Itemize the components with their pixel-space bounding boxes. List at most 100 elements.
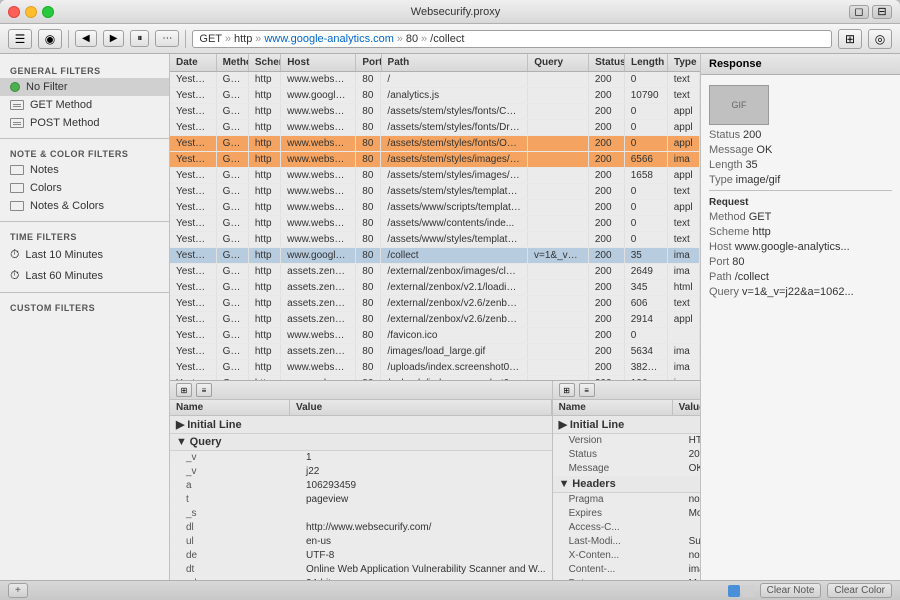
add-button[interactable]: + — [8, 583, 28, 598]
segment-button[interactable]: ⋯ — [155, 30, 179, 47]
td-port: 80 — [356, 232, 381, 247]
bottom-right-header-row[interactable]: ExpiresMon, 07 Aug 1995 23:30:00 GMT — [553, 507, 700, 521]
table-row[interactable]: Yester... GET http www.websecuri... 80 /… — [170, 168, 700, 184]
th-type[interactable]: Type — [668, 54, 700, 71]
grid-icon[interactable]: ⊞ — [838, 29, 862, 49]
bottom-right-initial-section[interactable]: ▶ Initial Line — [553, 416, 700, 434]
table-row[interactable]: Yester... GET http www.websecuri... 80 /… — [170, 360, 700, 376]
eye-icon[interactable]: ◉ — [38, 29, 62, 49]
th-port[interactable]: Port — [356, 54, 381, 71]
sidebar-item-last60[interactable]: ⏱ Last 60 Minutes — [0, 265, 169, 286]
bottom-left-row[interactable]: a106293459 — [170, 479, 552, 493]
bottom-right-header-row[interactable]: Last-Modi...Sun, 17 May 1998 03:00:00 GM… — [553, 535, 700, 549]
header-value: Sun, 17 May 1998 03:00:00 GMT — [683, 535, 700, 548]
th-query[interactable]: Query — [528, 54, 589, 71]
bottom-right-headers-section[interactable]: ▼ Headers — [553, 476, 700, 493]
table-row[interactable]: Yester... GET http www.websecuri... 80 /… — [170, 328, 700, 344]
status-label: Status — [709, 129, 740, 141]
back-button[interactable]: ◀ — [75, 30, 97, 47]
th-status[interactable]: Status — [589, 54, 625, 71]
maximize-button[interactable] — [42, 6, 54, 18]
th-method[interactable]: Method — [217, 54, 249, 71]
td-method: GET — [217, 344, 249, 359]
th-date[interactable]: Date — [170, 54, 217, 71]
sidebar-item-get-method[interactable]: GET Method — [0, 96, 169, 114]
table-row[interactable]: Yester... GET http www.websecuri... 80 /… — [170, 184, 700, 200]
td-query — [528, 360, 589, 375]
url-port: 80 — [406, 33, 418, 45]
td-length: 2914 — [625, 312, 668, 327]
td-host: www.websecuri... — [281, 232, 356, 247]
query-param-value: http://www.websecurify.com/ — [300, 521, 552, 534]
bottom-left-row[interactable]: dtOnline Web Application Vulnerability S… — [170, 563, 552, 577]
td-port: 80 — [356, 72, 381, 87]
td-query — [528, 264, 589, 279]
table-row[interactable]: Yester... GET http www.websecuri... 80 /… — [170, 200, 700, 216]
table-row[interactable]: Yester... GET http www.websecuri... 80 /… — [170, 152, 700, 168]
td-schema: http — [249, 344, 281, 359]
bottom-right-header-row[interactable]: Pragmano-cache — [553, 493, 700, 507]
bottom-left-row[interactable]: dlhttp://www.websecurify.com/ — [170, 521, 552, 535]
window-btn-1[interactable]: ◻ — [849, 5, 869, 19]
td-type: ima — [668, 344, 700, 359]
clear-color-button[interactable]: Clear Color — [827, 583, 892, 598]
th-length[interactable]: Length — [625, 54, 668, 71]
eye-icon2[interactable]: ◎ — [868, 29, 892, 49]
titlebar: Websecurify.proxy ◻ ⊟ — [0, 0, 900, 24]
sidebar-item-post-method[interactable]: POST Method — [0, 114, 169, 132]
td-date: Yester... — [170, 88, 217, 103]
table-row[interactable]: Yester... GET http assets.zendesk... 80 … — [170, 344, 700, 360]
table-row[interactable]: Yester... GET http assets.zendesk... 80 … — [170, 280, 700, 296]
bottom-icon-2[interactable]: ≡ — [196, 383, 212, 397]
table-row[interactable]: Yester... GET http assets.zendesk... 80 … — [170, 312, 700, 328]
table-row[interactable]: Yester... GET http assets.zendesk... 80 … — [170, 296, 700, 312]
table-row[interactable]: Yester... GET http assets.zendesk... 80 … — [170, 264, 700, 280]
th-path[interactable]: Path — [382, 54, 529, 71]
th-host[interactable]: Host — [281, 54, 356, 71]
bottom-left-row[interactable]: deUTF-8 — [170, 549, 552, 563]
table-row[interactable]: Yester... GET http www.websecuri... 80 /… — [170, 72, 700, 88]
bottom-right-header-row[interactable]: Access-C... — [553, 521, 700, 535]
bottom-right-header-row[interactable]: Content-...image/gif — [553, 563, 700, 577]
bottom-left-row[interactable]: _vj22 — [170, 465, 552, 479]
bottom-right-header-row[interactable]: X-Conten...nosniff — [553, 549, 700, 563]
th-schema[interactable]: Schema — [249, 54, 281, 71]
bottom-left-query-section[interactable]: ▼ Query — [170, 434, 552, 451]
table-row[interactable]: Yester... GET http www.websecuri... 80 /… — [170, 216, 700, 232]
pause-button[interactable]: ⏸ — [130, 30, 149, 47]
table-row[interactable]: Yester... GET http www.google-an... 80 /… — [170, 248, 700, 264]
sidebar-item-no-filter[interactable]: No Filter — [0, 78, 169, 96]
td-date: Yester... — [170, 312, 217, 327]
bottom-icon-1[interactable]: ⊞ — [176, 383, 192, 397]
sidebar-item-colors[interactable]: Colors — [0, 179, 169, 197]
table-row[interactable]: Yester... GET http www.websecuri... 80 /… — [170, 104, 700, 120]
table-row[interactable]: Yester... GET http www.google-an... 80 /… — [170, 88, 700, 104]
td-query — [528, 184, 589, 199]
td-date: Yester... — [170, 104, 217, 119]
bottom-right-icon-1[interactable]: ⊞ — [559, 383, 575, 397]
bottom-left-row[interactable]: _v1 — [170, 451, 552, 465]
clear-note-button[interactable]: Clear Note — [760, 583, 822, 598]
td-path: /analytics.js — [381, 88, 528, 103]
menu-icon[interactable]: ☰ — [8, 29, 32, 49]
td-type: text — [668, 88, 700, 103]
table-row[interactable]: Yester... GET http www.websecuri... 80 /… — [170, 120, 700, 136]
bottom-left-row[interactable]: ulen-us — [170, 535, 552, 549]
play-button[interactable]: ▶ — [103, 30, 125, 47]
table-row[interactable]: Yester... GET http www.websecuri... 80 /… — [170, 136, 700, 152]
bottom-left-row[interactable]: _s — [170, 507, 552, 521]
table-row[interactable]: Yester... GET http www.websecuri... 80 /… — [170, 232, 700, 248]
bottom-right-icon-2[interactable]: ≡ — [579, 383, 595, 397]
sidebar: GENERAL FILTERS No Filter GET Method POS… — [0, 54, 170, 580]
td-date: Yester... — [170, 360, 217, 375]
window-btn-2[interactable]: ⊟ — [872, 5, 892, 19]
sidebar-item-notes-colors[interactable]: Notes & Colors — [0, 197, 169, 215]
bottom-left-initial-section[interactable]: ▶ Initial Line — [170, 416, 552, 434]
minimize-button[interactable] — [25, 6, 37, 18]
close-button[interactable] — [8, 6, 20, 18]
bottom-left-row[interactable]: tpageview — [170, 493, 552, 507]
sidebar-item-last10[interactable]: ⏱ Last 10 Minutes — [0, 244, 169, 265]
sidebar-item-notes[interactable]: Notes — [0, 161, 169, 179]
td-type: appl — [668, 120, 700, 135]
td-host: www.websecuri... — [281, 328, 356, 343]
